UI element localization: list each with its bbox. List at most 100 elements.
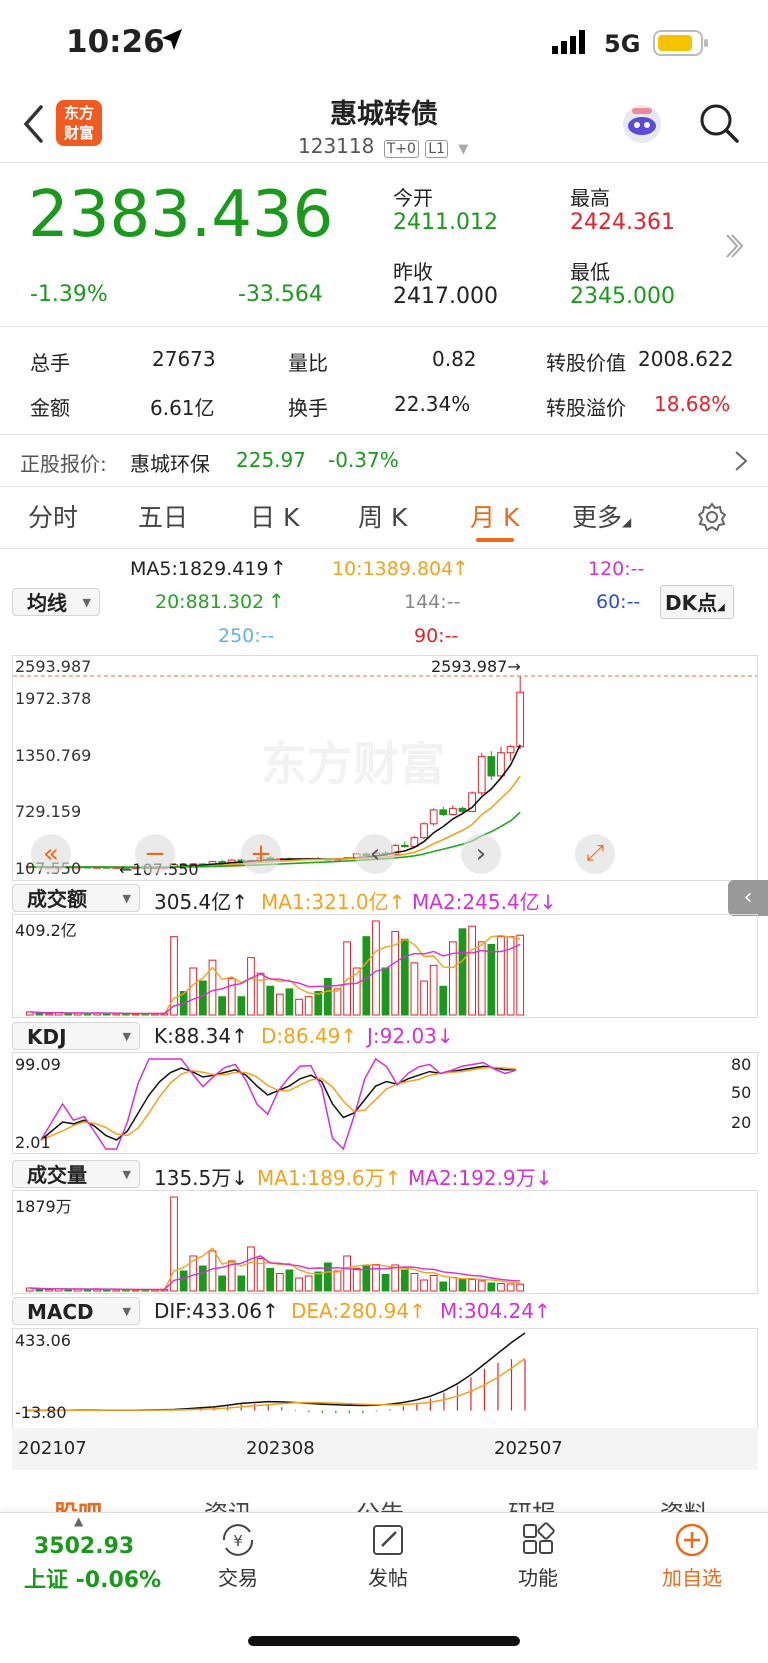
amount-bar: [285, 988, 294, 1016]
battery-icon: [653, 30, 709, 60]
kdj-indicator-selector[interactable]: KDJ ▼: [12, 1022, 140, 1050]
add-watchlist-button[interactable]: 加自选: [654, 1522, 730, 1591]
volume-bar: [314, 1271, 323, 1292]
amount-bar: [237, 996, 246, 1016]
scroll-next-button[interactable]: ›: [461, 834, 501, 874]
tab-five-day[interactable]: 五日: [138, 498, 188, 534]
amount-bar: [295, 998, 303, 1016]
l1-badge: L1: [425, 140, 448, 158]
amount-bar: [400, 938, 409, 1016]
volume-bar: [237, 1275, 246, 1292]
lower-tab-notice[interactable]: 公告: [356, 1494, 404, 1512]
edit-icon: [373, 1525, 403, 1555]
ma5-legend: MA5:1829.419: [130, 558, 269, 580]
candle-body: [458, 807, 467, 812]
volume-bar: [391, 1264, 400, 1292]
macd-dea: DEA:280.94↑: [291, 1299, 426, 1323]
candle-body: [218, 861, 226, 864]
macd-dea-line: [24, 1357, 526, 1412]
kdj-level-20: 20: [731, 1113, 752, 1132]
zoom-out-button[interactable]: −: [135, 834, 175, 874]
tab-intraday[interactable]: 分时: [28, 498, 78, 534]
lower-tab-profile[interactable]: 资料: [660, 1494, 708, 1512]
amount-bar: [372, 920, 380, 1016]
volume-bar: [468, 1278, 476, 1292]
kdj-chart-panel[interactable]: 99.09 2.01 80 50 20: [12, 1052, 758, 1154]
status-time: 10:26: [66, 24, 165, 60]
high-label: 最高: [570, 186, 610, 210]
settings-gear-icon[interactable]: [697, 502, 727, 536]
expand-quote-icon[interactable]: [724, 232, 744, 264]
location-arrow-icon: [158, 26, 186, 58]
volume-ma2: MA2:192.9万↓: [408, 1166, 553, 1190]
lower-tab-news[interactable]: 资讯: [204, 1494, 252, 1512]
scroll-prev-button[interactable]: ‹: [355, 834, 395, 874]
tab-daily-k[interactable]: 日 K: [250, 498, 299, 534]
conversion-value: 2008.622: [638, 347, 734, 371]
zoom-in-button[interactable]: +: [241, 834, 281, 874]
amount-bar: [324, 977, 332, 1016]
amount-value: 6.61亿: [150, 396, 215, 420]
tab-monthly-k[interactable]: 月 K: [470, 498, 519, 534]
lower-tab-guba[interactable]: 股吧: [54, 1494, 102, 1512]
t0-badge: T+0: [383, 140, 419, 158]
volume-ratio-value: 0.82: [432, 347, 477, 371]
x-label-end: 202507: [494, 1438, 563, 1459]
ma120-legend: 120:--: [588, 558, 645, 580]
robot-avatar-icon[interactable]: [620, 102, 664, 150]
function-button[interactable]: 功能: [508, 1522, 568, 1591]
amount-chart-panel[interactable]: 409.2亿: [12, 914, 758, 1018]
ma-selector[interactable]: 均线 ▼: [12, 588, 100, 616]
y-tick-4: 729.159: [15, 802, 82, 821]
volume-bar: [420, 1279, 428, 1292]
volume-bars: [25, 1196, 525, 1292]
volume-bar: [487, 1282, 496, 1292]
kdj-level-50: 50: [731, 1083, 752, 1102]
y-tick-3: 1350.769: [15, 746, 92, 765]
open-value: 2411.012: [393, 210, 498, 235]
trade-button[interactable]: ¥ 交易: [208, 1522, 268, 1591]
grid-icon: [523, 1522, 555, 1554]
ma20-arrow: ↑: [268, 589, 285, 613]
underlying-price: 225.97: [236, 448, 306, 472]
candle-body: [497, 752, 505, 777]
macd-chart-panel[interactable]: 433.06 -13.80: [12, 1328, 758, 1430]
y-tick-1: 2593.987: [15, 657, 92, 676]
amount-bars: [25, 920, 525, 1016]
amount-label: 金额: [30, 396, 70, 420]
underlying-row[interactable]: 正股报价: 惠城环保 225.97 -0.37%: [0, 436, 768, 486]
volume-chart-panel[interactable]: 1879万: [12, 1190, 758, 1294]
macd-indicator-selector[interactable]: MACD ▼: [12, 1297, 140, 1325]
dk-point-button[interactable]: DK点◢: [660, 585, 734, 619]
tab-more[interactable]: 更多◢: [572, 498, 631, 534]
tab-weekly-k[interactable]: 周 K: [358, 498, 407, 534]
sh-index-label[interactable]: 上证 -0.06%: [24, 1562, 161, 1594]
y-tick-2: 1972.378: [15, 689, 92, 708]
x-label-mid: 202308: [246, 1438, 315, 1459]
home-indicator: [248, 1636, 520, 1646]
post-button[interactable]: 发帖: [358, 1522, 418, 1591]
volume-bar: [218, 1275, 226, 1292]
sh-index-value[interactable]: 3502.93: [34, 1534, 134, 1559]
collapse-side-button[interactable]: ‹: [728, 880, 768, 916]
kdj-j-line: [40, 1057, 517, 1151]
fullscreen-button[interactable]: ⤢: [575, 834, 615, 874]
amount-bar: [314, 991, 323, 1016]
amount-bar: [410, 962, 419, 1016]
amount-indicator-selector[interactable]: 成交额 ▼: [12, 884, 140, 912]
lower-tab-research[interactable]: 研报: [508, 1494, 556, 1512]
kdj-d-line: [40, 1066, 517, 1141]
kdj-lines: [40, 1057, 517, 1151]
amount-bar: [429, 964, 438, 1016]
scroll-left-button[interactable]: «: [31, 834, 71, 874]
amount-bar: [189, 967, 198, 1016]
main-chart-panel[interactable]: 东方财富 2593.987 1972.378 1350.769 729.159 …: [12, 655, 758, 881]
security-code-row[interactable]: 123118 T+0 L1 ▼: [298, 134, 468, 158]
volume-indicator-selector[interactable]: 成交量 ▼: [12, 1160, 140, 1188]
amount-bar: [64, 1012, 73, 1016]
volume-bar: [304, 1275, 313, 1292]
trade-icon: ¥: [222, 1524, 254, 1556]
prev-close-label: 昨收: [393, 260, 433, 284]
search-icon[interactable]: [698, 102, 740, 148]
ma144-legend: 144:--: [404, 591, 461, 613]
